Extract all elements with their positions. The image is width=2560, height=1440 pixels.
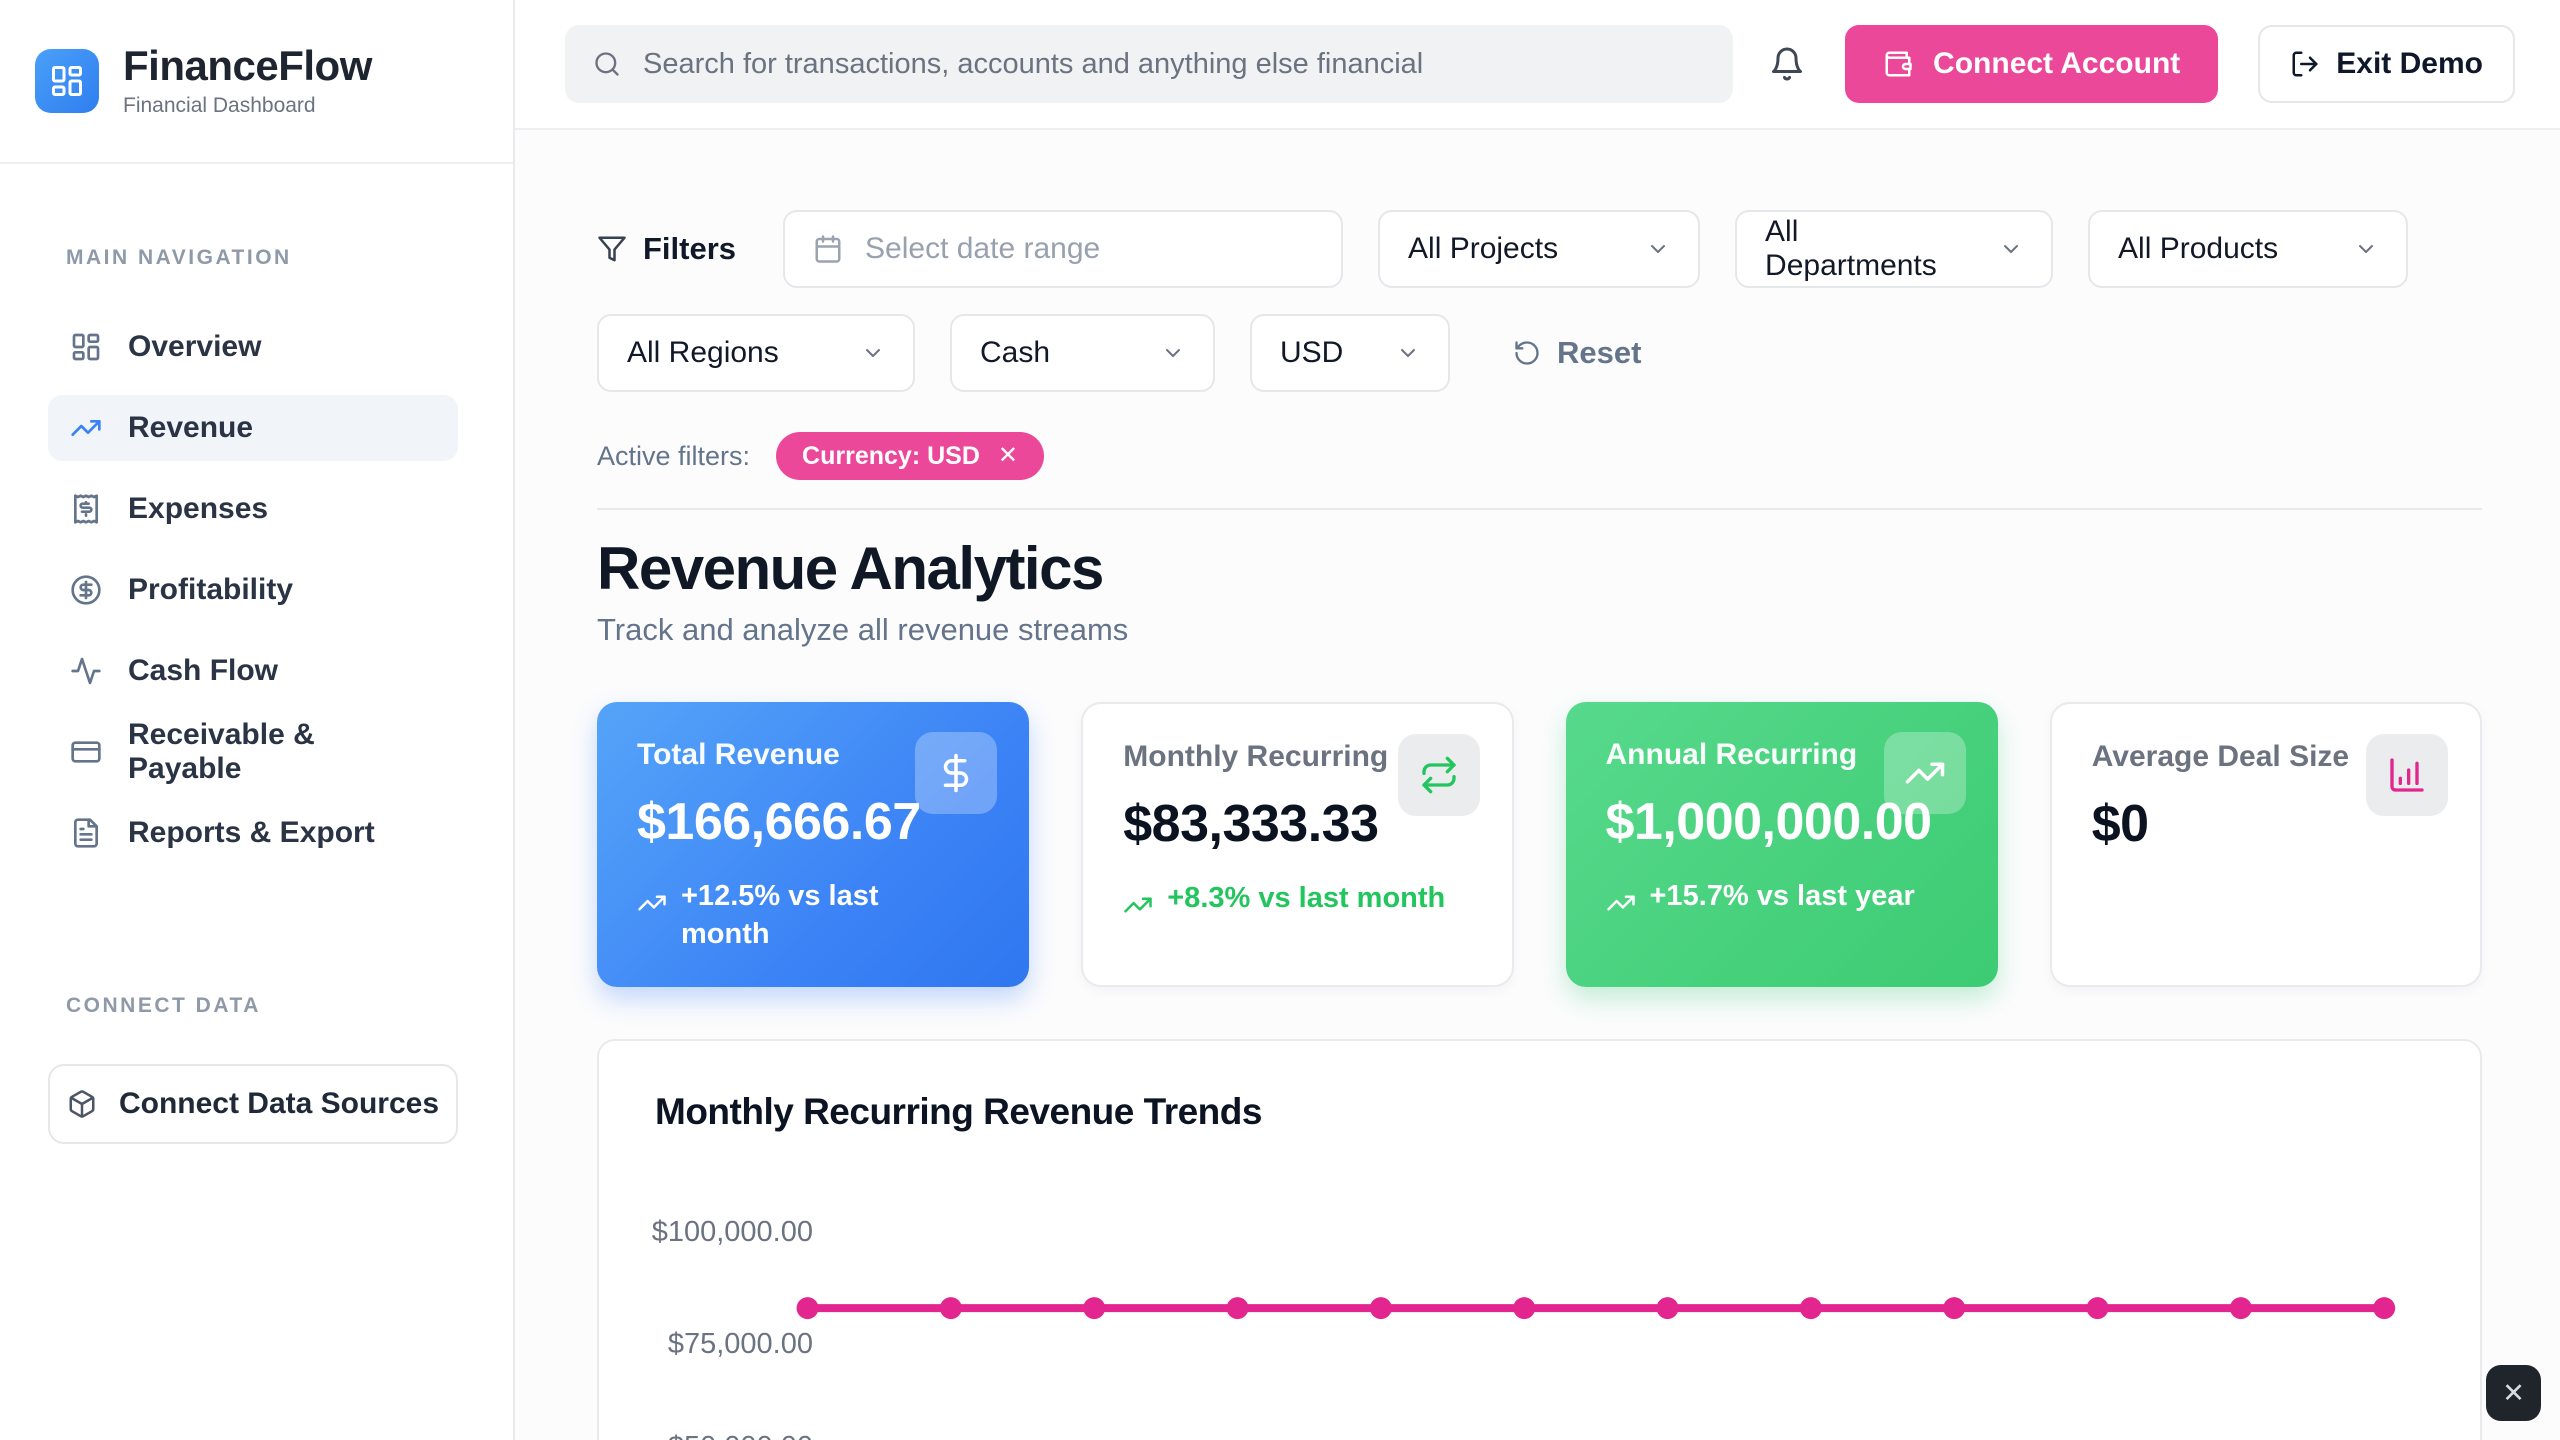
trending-up-icon: [1884, 732, 1966, 814]
trending-up-icon: [1123, 890, 1153, 920]
active-filters-label: Active filters:: [597, 441, 750, 472]
sidebar-item-revenue[interactable]: Revenue: [48, 395, 458, 461]
metric-delta: +8.3% vs last month: [1123, 880, 1471, 920]
metric-delta: +15.7% vs last year: [1606, 878, 1958, 918]
filters-label: Filters: [597, 231, 736, 267]
section-divider: [597, 508, 2482, 510]
brand-text: FinanceFlow Financial Dashboard: [123, 44, 372, 118]
search-bar: [565, 25, 1733, 103]
sidebar-item-label: Overview: [128, 330, 261, 364]
chevron-down-icon: [1161, 341, 1185, 365]
sidebar-item-label: Receivable & Payable: [128, 718, 436, 786]
close-icon[interactable]: ✕: [998, 444, 1018, 468]
currency-filter-chip[interactable]: Currency: USD ✕: [776, 432, 1044, 480]
connect-data-sources-button[interactable]: Connect Data Sources: [48, 1064, 458, 1144]
mrr-trends-chart-card: Monthly Recurring Revenue Trends $100,00…: [597, 1039, 2482, 1440]
search-icon: [593, 50, 621, 78]
credit-card-icon: [70, 736, 102, 768]
sidebar-item-expenses[interactable]: Expenses: [48, 476, 458, 542]
receipt-icon: [70, 493, 102, 525]
mrr-line-chart: [599, 1041, 2480, 1440]
accounting-basis-select[interactable]: Cash: [950, 314, 1215, 392]
app-logo: [35, 49, 99, 113]
exit-demo-label: Exit Demo: [2336, 47, 2483, 81]
sidebar-item-profitability[interactable]: Profitability: [48, 557, 458, 623]
connect-data-sources-label: Connect Data Sources: [119, 1087, 439, 1121]
sidebar-item-label: Cash Flow: [128, 654, 278, 688]
file-text-icon: [70, 817, 102, 849]
trending-up-icon: [637, 888, 667, 918]
projects-select[interactable]: All Projects: [1378, 210, 1700, 288]
metric-card-total-revenue: Total Revenue $166,666.67 +12.5% vs last…: [597, 702, 1029, 987]
chevron-down-icon: [1396, 341, 1420, 365]
wallet-icon: [1883, 49, 1913, 79]
cube-icon: [67, 1089, 97, 1119]
sidebar-item-reports-export[interactable]: Reports & Export: [48, 800, 458, 866]
metric-card-monthly-recurring: Monthly Recurring $83,333.33 +8.3% vs la…: [1081, 702, 1513, 987]
brand-subtitle: Financial Dashboard: [123, 94, 372, 118]
repeat-icon: [1398, 734, 1480, 816]
products-select[interactable]: All Products: [2088, 210, 2408, 288]
chevron-down-icon: [861, 341, 885, 365]
search-input[interactable]: [643, 48, 1705, 81]
departments-select[interactable]: All Departments: [1735, 210, 2053, 288]
sidebar-item-overview[interactable]: Overview: [48, 314, 458, 380]
metric-cards: Total Revenue $166,666.67 +12.5% vs last…: [597, 702, 2482, 987]
currency-select[interactable]: USD: [1250, 314, 1450, 392]
page-subtitle: Track and analyze all revenue streams: [597, 612, 2482, 648]
chevron-down-icon: [1646, 237, 1670, 261]
metric-card-annual-recurring: Annual Recurring $1,000,000.00 +15.7% vs…: [1566, 702, 1998, 987]
dollar-icon: [915, 732, 997, 814]
dollar-circle-icon: [70, 574, 102, 606]
logout-icon: [2290, 49, 2320, 79]
metric-delta: +12.5% vs last month: [637, 878, 989, 953]
nav-section-label: MAIN NAVIGATION: [66, 246, 458, 270]
dashboard-grid-icon: [49, 63, 85, 99]
main-content: Filters Select date range All Projects A…: [515, 130, 2560, 1440]
bar-chart-icon: [2366, 734, 2448, 816]
date-range-input[interactable]: Select date range: [783, 210, 1343, 288]
calendar-icon: [813, 234, 843, 264]
reset-filters-button[interactable]: Reset: [1513, 335, 1641, 371]
sidebar-item-label: Expenses: [128, 492, 268, 526]
brand-header: FinanceFlow Financial Dashboard: [0, 0, 513, 164]
sidebar-item-receivable-payable[interactable]: Receivable & Payable: [48, 719, 458, 785]
chevron-down-icon: [1999, 237, 2023, 261]
sidebar-item-label: Profitability: [128, 573, 293, 607]
brand-name: FinanceFlow: [123, 44, 372, 88]
reset-icon: [1513, 339, 1541, 367]
sidebar-item-cash-flow[interactable]: Cash Flow: [48, 638, 458, 704]
filter-funnel-icon: [597, 234, 627, 264]
date-range-placeholder: Select date range: [865, 232, 1100, 266]
connect-section-label: CONNECT DATA: [66, 994, 458, 1018]
overlay-close-button[interactable]: ✕: [2486, 1365, 2541, 1421]
trending-up-icon: [70, 412, 102, 444]
metric-card-average-deal-size: Average Deal Size $0: [2050, 702, 2482, 987]
connect-account-button[interactable]: Connect Account: [1845, 25, 2218, 103]
exit-demo-button[interactable]: Exit Demo: [2258, 25, 2515, 103]
chevron-down-icon: [2354, 237, 2378, 261]
dashboard-grid-icon: [70, 331, 102, 363]
sidebar-item-label: Reports & Export: [128, 816, 375, 850]
activity-icon: [70, 655, 102, 687]
sidebar-item-label: Revenue: [128, 411, 253, 445]
trending-up-icon: [1606, 888, 1636, 918]
topbar: Connect Account Exit Demo: [515, 0, 2560, 130]
connect-account-label: Connect Account: [1933, 47, 2180, 81]
bell-icon[interactable]: [1769, 46, 1805, 82]
page-title: Revenue Analytics: [597, 536, 2482, 602]
sidebar: FinanceFlow Financial Dashboard MAIN NAV…: [0, 0, 515, 1440]
regions-select[interactable]: All Regions: [597, 314, 915, 392]
